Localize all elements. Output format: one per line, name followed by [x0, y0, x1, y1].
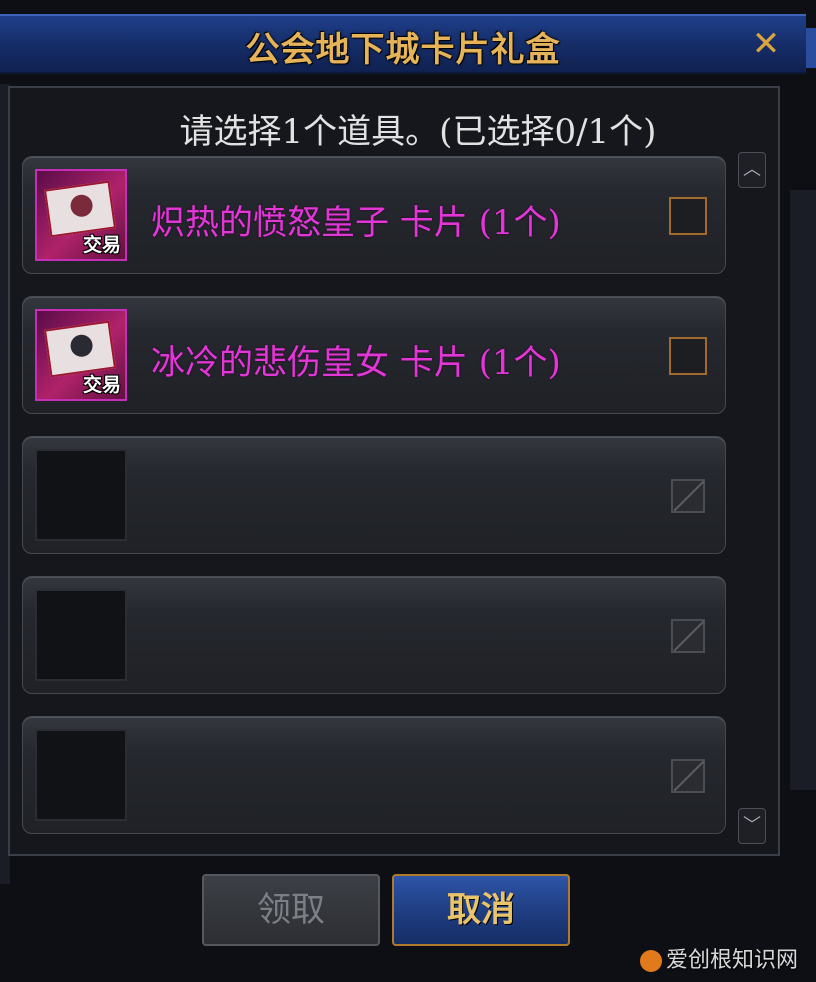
empty-icon-frame — [35, 729, 127, 821]
empty-slot-3 — [22, 716, 726, 834]
disabled-checkbox — [671, 759, 705, 793]
cancel-button[interactable]: 取消 — [392, 874, 570, 946]
claim-button[interactable]: 领取 — [202, 874, 380, 946]
scroll-up-icon[interactable]: ︿ — [738, 152, 766, 188]
window-title: 公会地下城卡片礼盒 — [245, 30, 561, 70]
close-icon[interactable]: ✕ — [748, 26, 784, 62]
scroll-down-icon[interactable]: ﹀ — [738, 808, 766, 844]
disabled-checkbox — [671, 619, 705, 653]
empty-icon-frame — [35, 449, 127, 541]
scrollbar-track[interactable] — [746, 190, 758, 804]
item-checkbox-2[interactable] — [669, 337, 707, 375]
card-face — [43, 320, 117, 378]
title-bar: 公会地下城卡片礼盒 ✕ — [0, 14, 806, 74]
watermark-logo-icon — [639, 950, 662, 972]
selection-prompt: 请选择1个道具。(已选择0/1个) — [179, 112, 657, 152]
item-checkbox-1[interactable] — [669, 197, 707, 235]
trade-badge: 交易 — [82, 374, 121, 396]
background-panel-right — [790, 190, 816, 790]
watermark: 爱创根知识网 — [639, 942, 798, 974]
item-slot-2[interactable]: 交易 冰冷的悲伤皇女 卡片 (1个) — [22, 296, 726, 414]
card-icon: 交易 — [35, 309, 127, 401]
item-slot-1[interactable]: 交易 炽热的愤怒皇子 卡片 (1个) — [22, 156, 726, 274]
empty-slot-2 — [22, 576, 726, 694]
side-tab — [806, 28, 816, 68]
card-icon: 交易 — [35, 169, 127, 261]
watermark-text: 爱创根知识网 — [665, 948, 798, 973]
empty-slot-1 — [22, 436, 726, 554]
empty-icon-frame — [35, 589, 127, 681]
card-face — [43, 180, 117, 238]
disabled-checkbox — [671, 479, 705, 513]
item-name: 炽热的愤怒皇子 卡片 (1个) — [151, 203, 561, 243]
trade-badge: 交易 — [82, 234, 121, 256]
item-name: 冰冷的悲伤皇女 卡片 (1个) — [151, 343, 561, 383]
